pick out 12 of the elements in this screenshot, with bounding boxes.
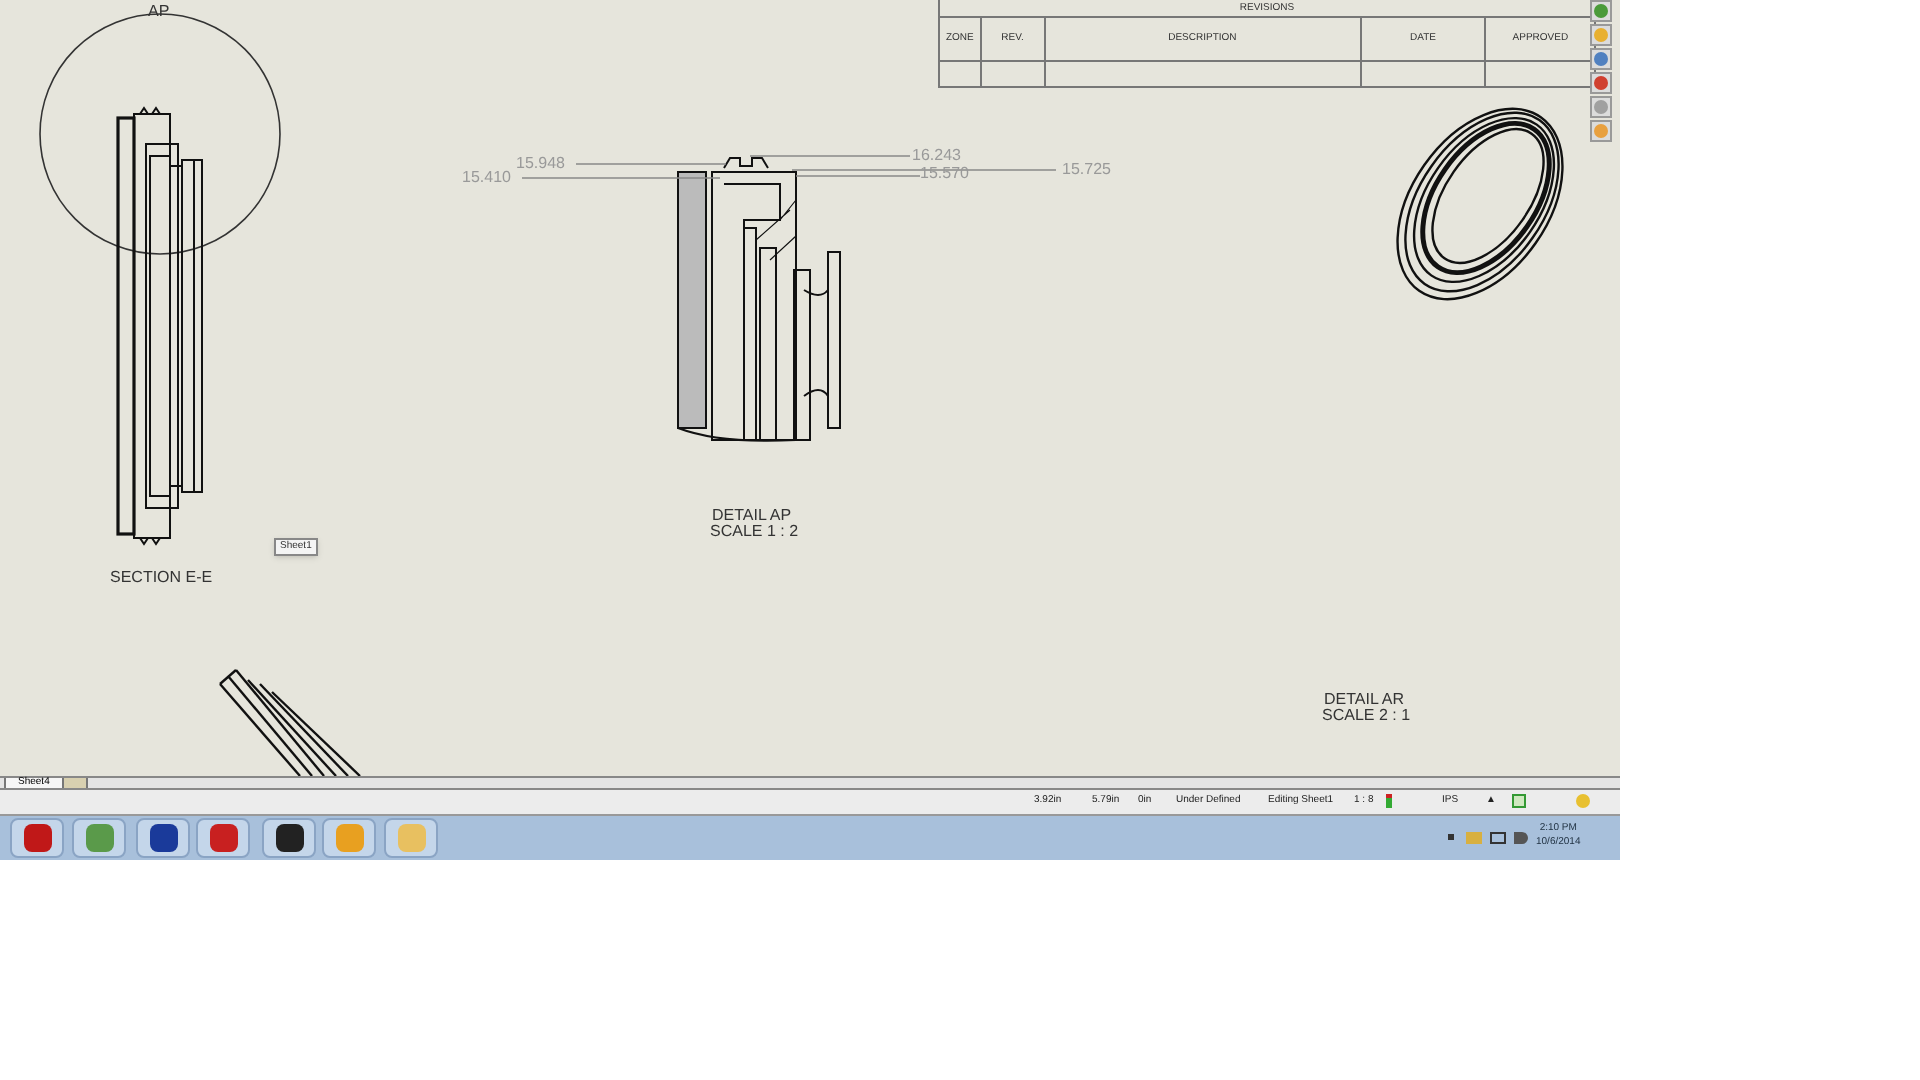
- dimension-text: 15.725: [1062, 162, 1111, 178]
- dimension-text: 15.948: [516, 156, 565, 172]
- view-caption: SECTION E-E: [110, 570, 213, 586]
- view-caption: SCALE 1 : 2: [710, 524, 799, 540]
- dimension-text: 15.410: [462, 170, 511, 186]
- dimension-text: 16.243: [912, 148, 961, 164]
- view-caption: SCALE 2 : 1: [1322, 708, 1411, 724]
- add-sheet-tab[interactable]: [63, 778, 88, 788]
- view-caption: DETAIL AP: [712, 508, 792, 524]
- partial-part-drawing: [219, 669, 361, 776]
- view-caption: DETAIL AR: [1324, 692, 1405, 708]
- traffic-light-icon: [1386, 794, 1392, 808]
